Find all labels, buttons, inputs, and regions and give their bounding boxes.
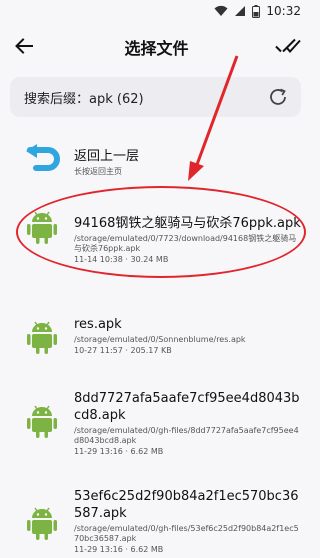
android-apk-icon xyxy=(27,211,57,244)
return-icon xyxy=(26,144,60,171)
parent-directory-label: 返回上一层 xyxy=(74,149,140,164)
android-apk-icon xyxy=(27,321,57,354)
check-all-icon[interactable] xyxy=(275,34,301,58)
file-path: /storage/emulated/0/gh-files/53ef6c25d2f… xyxy=(74,524,299,543)
android-apk-icon xyxy=(27,405,57,438)
list-item[interactable]: 8dd7727afa5aafe7cf95ee4d8043bcd8.apk /st… xyxy=(0,384,313,456)
file-name: 8dd7727afa5aafe7cf95ee4d8043bcd8.apk xyxy=(74,391,300,423)
status-bar: 10:32 xyxy=(0,0,313,24)
status-time: 10:32 xyxy=(266,4,301,18)
search-filter-bar[interactable]: 搜索后缀：apk (62) xyxy=(10,77,301,117)
signal-icon xyxy=(235,6,246,16)
app-bar: 选择文件 xyxy=(0,24,313,68)
wifi-icon xyxy=(214,5,228,16)
file-meta: 11-29 13:16 · 6.62 MB xyxy=(74,545,164,554)
file-meta: 11-14 10:38 · 30.24 MB xyxy=(74,255,169,264)
parent-directory-row[interactable]: 返回上一层 长按返回主页 xyxy=(0,140,313,184)
list-item[interactable]: 53ef6c25d2f90b84a2f1ec570bc36587.apk /st… xyxy=(0,482,313,558)
refresh-icon[interactable] xyxy=(267,86,289,108)
search-filter-label: 搜索后缀：apk (62) xyxy=(24,92,144,107)
file-name: 53ef6c25d2f90b84a2f1ec570bc36587.apk xyxy=(74,489,299,521)
page-title: 选择文件 xyxy=(124,39,189,58)
battery-icon xyxy=(252,4,261,18)
file-path: /storage/emulated/0/7723/download/94168钢… xyxy=(74,234,297,253)
list-item[interactable]: 94168钢铁之躯骑马与砍杀76ppk.apk /storage/emulate… xyxy=(0,206,313,276)
file-path: /storage/emulated/0/gh-files/8dd7727afa5… xyxy=(74,426,299,445)
file-name: 94168钢铁之躯骑马与砍杀76ppk.apk xyxy=(74,216,301,231)
file-meta: 10-27 11:57 · 205.17 KB xyxy=(74,346,172,355)
file-path: /storage/emulated/0/Sonnenblume/res.apk xyxy=(74,335,246,344)
file-meta: 11-29 13:16 · 6.62 MB xyxy=(74,447,164,456)
list-item[interactable]: res.apk /storage/emulated/0/Sonnenblume/… xyxy=(0,310,313,360)
parent-directory-hint: 长按返回主页 xyxy=(74,167,122,176)
android-apk-icon xyxy=(27,507,57,540)
file-name: res.apk xyxy=(74,317,122,332)
